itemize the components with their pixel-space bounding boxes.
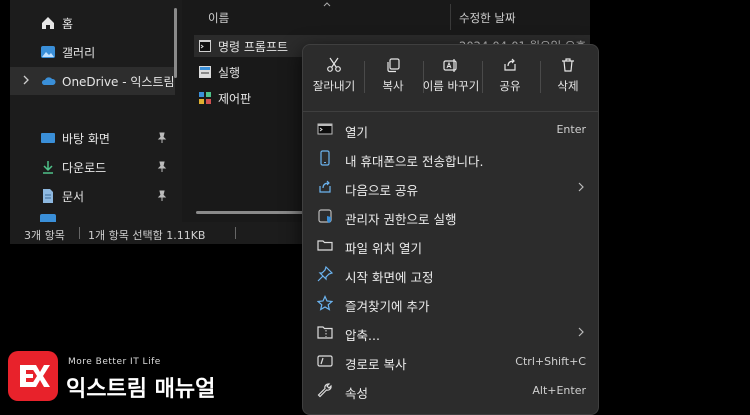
nav-item-documents[interactable]: 문서 [10,182,175,210]
logo-title: 익스트림 매뉴얼 [66,377,216,402]
nav-item-gallery[interactable]: 갤러리 [10,38,175,66]
nav-item-desktop[interactable]: 바탕 화면 [10,124,175,152]
site-logo: More Better IT Life 익스트림 매뉴얼 [8,351,228,409]
file-name: 제어판 [218,91,252,106]
rename-icon [443,59,457,72]
pin-icon [317,266,333,282]
sort-up-icon [323,2,331,7]
menu-item-run-as-admin[interactable]: 관리자 권한으로 실행 [309,202,592,231]
share-icon [504,58,516,71]
shield-icon [318,209,332,223]
context-toolbar: 잘라내기 복사 이름 바꾸기 공유 삭제 [303,45,598,111]
rename-button[interactable]: 이름 바꾸기 [421,53,481,107]
status-divider [79,227,80,239]
column-name[interactable]: 이름 [208,10,229,26]
menu-item-copy-as-path[interactable]: 경로로 복사 Ctrl+Shift+C [309,347,592,376]
menu-item-label: 관리자 권한으로 실행 [345,212,457,227]
nav-item-label: 갤러리 [62,45,96,60]
logo-tagline: More Better IT Life [68,357,161,367]
home-icon [40,15,56,31]
delete-button[interactable]: 삭제 [539,53,597,107]
star-icon [317,295,333,311]
status-item-count: 3개 항목 [24,229,65,242]
share-icon [319,180,331,193]
logo-mark [8,351,58,401]
cut-label: 잘라내기 [312,79,356,93]
nav-item-label: OneDrive - 익스트림 [62,74,175,89]
menu-item-label: 열기 [345,125,369,140]
folder-icon [317,240,333,251]
column-divider[interactable] [450,4,451,30]
menu-item-shortcut: Enter [556,123,586,136]
partial-nav-icon [40,214,56,222]
phone-icon [320,150,330,166]
copy-label: 복사 [382,79,404,93]
menu-item-label: 속성 [345,386,369,401]
menu-item-add-to-favorites[interactable]: 즐겨찾기에 추가 [309,289,592,318]
run-shortcut-icon [198,65,212,79]
menu-item-label: 내 휴대폰으로 전송합니다. [345,154,484,169]
status-selection: 1개 항목 선택함 1.11KB [88,229,206,242]
file-name: 실행 [218,65,241,80]
trash-icon [562,58,574,72]
menu-divider [303,111,598,112]
cloud-icon [40,73,56,89]
copy-icon [387,58,400,73]
copy-button[interactable]: 복사 [364,53,422,107]
chevron-right-icon [578,327,584,337]
cmd-shortcut-icon [198,39,212,53]
nav-item-onedrive[interactable]: OneDrive - 익스트림 [10,67,175,95]
nav-item-label: 문서 [62,189,85,204]
menu-item-label: 즐겨찾기에 추가 [345,299,430,314]
nav-scrollbar[interactable] [174,8,177,78]
nav-item-downloads[interactable]: 다운로드 [10,153,175,181]
scissors-icon [327,57,341,72]
pin-icon[interactable] [157,161,167,173]
rename-label: 이름 바꾸기 [422,79,480,93]
status-divider [235,227,236,239]
pin-icon[interactable] [157,190,167,202]
navigation-pane: 홈 갤러리 OneDrive - 익스트림 바탕 화면 다운로드 문서 [10,0,182,222]
gallery-icon [40,44,56,60]
horizontal-scrollbar[interactable] [196,211,306,214]
delete-label: 삭제 [557,79,579,93]
share-label: 공유 [499,79,521,93]
nav-item-label: 다운로드 [62,160,107,175]
column-header: 이름 수정한 날짜 [182,0,590,32]
menu-item-open[interactable]: 열기 Enter [309,115,592,144]
control-panel-icon [198,91,212,105]
path-icon [317,355,333,367]
menu-item-open-file-location[interactable]: 파일 위치 열기 [309,231,592,260]
nav-item-label: 홈 [62,16,74,31]
desktop-icon [40,130,56,146]
pin-icon[interactable] [157,132,167,144]
menu-item-label: 경로로 복사 [345,357,407,372]
column-date[interactable]: 수정한 날짜 [459,10,516,26]
menu-item-send-to-phone[interactable]: 내 휴대폰으로 전송합니다. [309,144,592,173]
menu-item-label: 다음으로 공유 [345,183,418,198]
menu-item-share-with[interactable]: 다음으로 공유 [309,173,592,202]
menu-item-shortcut: Ctrl+Shift+C [515,355,586,368]
wrench-icon [317,383,332,398]
chevron-right-icon[interactable] [22,74,30,89]
menu-item-compress[interactable]: 압축... [309,318,592,347]
menu-item-shortcut: Alt+Enter [532,384,586,397]
nav-item-home[interactable]: 홈 [10,9,175,37]
cut-button[interactable]: 잘라내기 [305,53,363,107]
terminal-icon [317,123,333,135]
document-icon [40,188,56,204]
menu-item-label: 파일 위치 열기 [345,241,422,256]
share-button[interactable]: 공유 [481,53,539,107]
chevron-right-icon [578,182,584,192]
zip-icon [317,326,333,339]
file-name: 명령 프롬프트 [218,39,289,54]
menu-item-label: 압축... [345,328,380,343]
download-icon [40,159,56,175]
menu-item-label: 시작 화면에 고정 [345,270,434,285]
context-menu: 잘라내기 복사 이름 바꾸기 공유 삭제 열기 Enter 내 휴대폰으로 전송… [302,44,599,415]
nav-item-label: 바탕 화면 [62,131,110,146]
menu-item-properties[interactable]: 속성 Alt+Enter [309,376,592,405]
menu-item-pin-to-start[interactable]: 시작 화면에 고정 [309,260,592,289]
